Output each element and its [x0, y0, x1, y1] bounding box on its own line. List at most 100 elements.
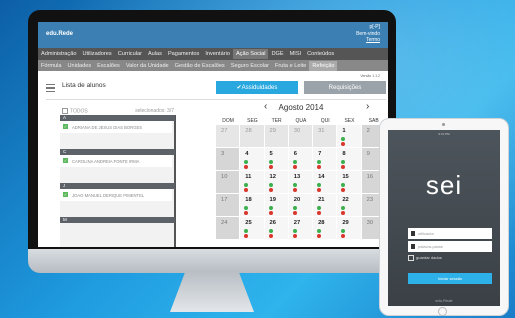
submenu-item-1[interactable]: Unidades — [65, 63, 95, 69]
weekday-label: SEX — [344, 118, 355, 124]
present-icon — [341, 229, 346, 233]
calendar-day[interactable]: 20 — [288, 194, 313, 216]
lock-icon — [411, 244, 415, 249]
calendar-day[interactable]: 29 — [337, 217, 361, 239]
day-number: 23 — [366, 197, 374, 203]
calendar-day[interactable]: 5 — [264, 148, 288, 170]
tablet-frame: 9:41 PM sei utilizador palavra-passe gua… — [379, 118, 509, 316]
login-button[interactable]: Iniciar sessão — [408, 273, 492, 284]
menu-item-0[interactable]: Administração — [38, 51, 79, 57]
submenu-item-5[interactable]: Seguro Escolar — [228, 63, 272, 69]
menu-item-9[interactable]: Conteúdos — [304, 51, 337, 57]
calendar-day[interactable]: 4 — [240, 148, 264, 170]
day-number: 31 — [318, 128, 325, 134]
menu-item-1[interactable]: Utilizadores — [79, 51, 114, 57]
day-number: 29 — [342, 220, 349, 226]
calendar-day[interactable]: 15 — [337, 171, 361, 193]
calendar-day[interactable]: 14 — [313, 171, 337, 193]
day-number: 21 — [318, 197, 325, 203]
check-icon[interactable]: ✓ — [63, 192, 68, 197]
calendar-day[interactable]: 31 — [313, 125, 337, 147]
list-item[interactable]: ✓ JOAO MANUEL DERIQUE PIMENTEL — [60, 189, 172, 201]
present-icon — [244, 206, 249, 210]
calendar-day[interactable]: 3 — [216, 148, 240, 170]
calendar-day[interactable]: 1 — [337, 125, 361, 147]
username-field[interactable]: utilizador — [408, 228, 492, 239]
submenu-item-6[interactable]: Fruta e Leite — [272, 63, 309, 69]
day-number: 26 — [269, 220, 276, 226]
student-name: JOAO MANUEL DERIQUE PIMENTEL — [72, 193, 145, 198]
absent-icon — [268, 188, 273, 192]
weekday-label: QUI — [320, 118, 330, 124]
list-item[interactable]: ✓ ADRIANA DE JESUS DIAS BORGES — [60, 121, 172, 133]
calendar-day[interactable]: 12 — [264, 171, 288, 193]
menu-item-4[interactable]: Pagamentos — [165, 51, 202, 57]
menu-item-6[interactable]: Ação Social — [232, 49, 269, 59]
calendar-day[interactable]: 30 — [288, 125, 313, 147]
calendar-day[interactable]: 26 — [264, 217, 288, 239]
calendar-day[interactable]: 28 — [240, 125, 264, 147]
menu-item-7[interactable]: DGE — [268, 51, 286, 57]
menu-item-5[interactable]: Inventário — [202, 51, 233, 57]
menu-item-8[interactable]: MISI — [287, 51, 305, 57]
assiduidades-button[interactable]: ✔Assiduidades — [216, 81, 298, 94]
hamburger-icon[interactable] — [46, 84, 55, 92]
remember-checkbox[interactable]: guardar dados — [408, 255, 442, 261]
calendar-day[interactable]: 25 — [240, 217, 264, 239]
home-button[interactable] — [438, 307, 447, 316]
submenu-item-0[interactable]: Fórmula — [38, 63, 65, 69]
password-field[interactable]: palavra-passe — [408, 241, 492, 252]
requisicoes-button[interactable]: Requisições — [304, 81, 386, 94]
calendar-day[interactable]: 28 — [313, 217, 337, 239]
day-number: 14 — [318, 174, 325, 180]
calendar-day[interactable]: 19 — [264, 194, 288, 216]
day-number: 3 — [221, 151, 225, 157]
tablet-status: 9:41 PM — [438, 132, 450, 136]
absent-icon — [268, 234, 273, 238]
weekday-label: DOM — [222, 118, 234, 124]
menu-item-3[interactable]: Aulas — [145, 51, 165, 57]
check-icon[interactable]: ✓ — [63, 158, 68, 163]
calendar-grid: 27 28 29 30 31 1 2 3 4 5 6 7 8 9 10 11 12 13 14 15 16 17 18 19 2… — [216, 125, 386, 239]
calendar-day[interactable]: 13 — [288, 171, 313, 193]
submenu-item-3[interactable]: Valor da Unidade — [123, 63, 172, 69]
calendar-day[interactable]: 8 — [337, 148, 361, 170]
calendar-day[interactable]: 6 — [288, 148, 313, 170]
user-panel: p[-P] Bem-vindo Termo — [356, 24, 380, 44]
calendar-day[interactable]: 18 — [240, 194, 264, 216]
weekday-label: TER — [271, 118, 282, 124]
present-icon — [244, 229, 249, 233]
calendar-day[interactable]: 22 — [337, 194, 361, 216]
present-icon — [341, 137, 346, 141]
day-number: 4 — [245, 151, 249, 157]
calendar-day[interactable]: 17 — [216, 194, 240, 216]
calendar-day[interactable]: 7 — [313, 148, 337, 170]
user-icon — [411, 231, 415, 236]
list-item[interactable]: ✓ CAROLINA ANDREIA FONTE IRMA — [60, 155, 172, 167]
calendar-day[interactable]: 27 — [216, 125, 240, 147]
submenu-item-2[interactable]: Escalões — [94, 63, 123, 69]
logout-link[interactable]: Termo — [356, 37, 380, 44]
select-all-checkbox[interactable] — [62, 108, 68, 114]
check-icon[interactable]: ✓ — [63, 124, 68, 129]
day-number: 29 — [269, 128, 276, 134]
present-icon — [268, 229, 273, 233]
day-number: 25 — [245, 220, 252, 226]
calendar-day[interactable]: 21 — [313, 194, 337, 216]
tablet-footer-logo: edu.Rede — [435, 298, 453, 303]
calendar-day[interactable]: 24 — [216, 217, 240, 239]
calendar-header: ‹ Agosto 2014 › — [216, 101, 386, 115]
submenu-item-7[interactable]: Refeição — [309, 60, 338, 71]
calendar-day[interactable]: 11 — [240, 171, 264, 193]
absent-icon — [292, 188, 297, 192]
calendar-day[interactable]: 29 — [264, 125, 288, 147]
absent-icon — [244, 165, 249, 169]
menu-item-2[interactable]: Curricular — [115, 51, 145, 57]
calendar-day[interactable]: 27 — [288, 217, 313, 239]
next-month-icon[interactable]: › — [366, 101, 369, 112]
password-placeholder: palavra-passe — [418, 244, 444, 249]
submenu-item-4[interactable]: Gestão de Escalões — [172, 63, 228, 69]
student-name: CAROLINA ANDREIA FONTE IRMA — [72, 159, 140, 164]
absent-icon — [341, 142, 346, 146]
calendar-day[interactable]: 10 — [216, 171, 240, 193]
